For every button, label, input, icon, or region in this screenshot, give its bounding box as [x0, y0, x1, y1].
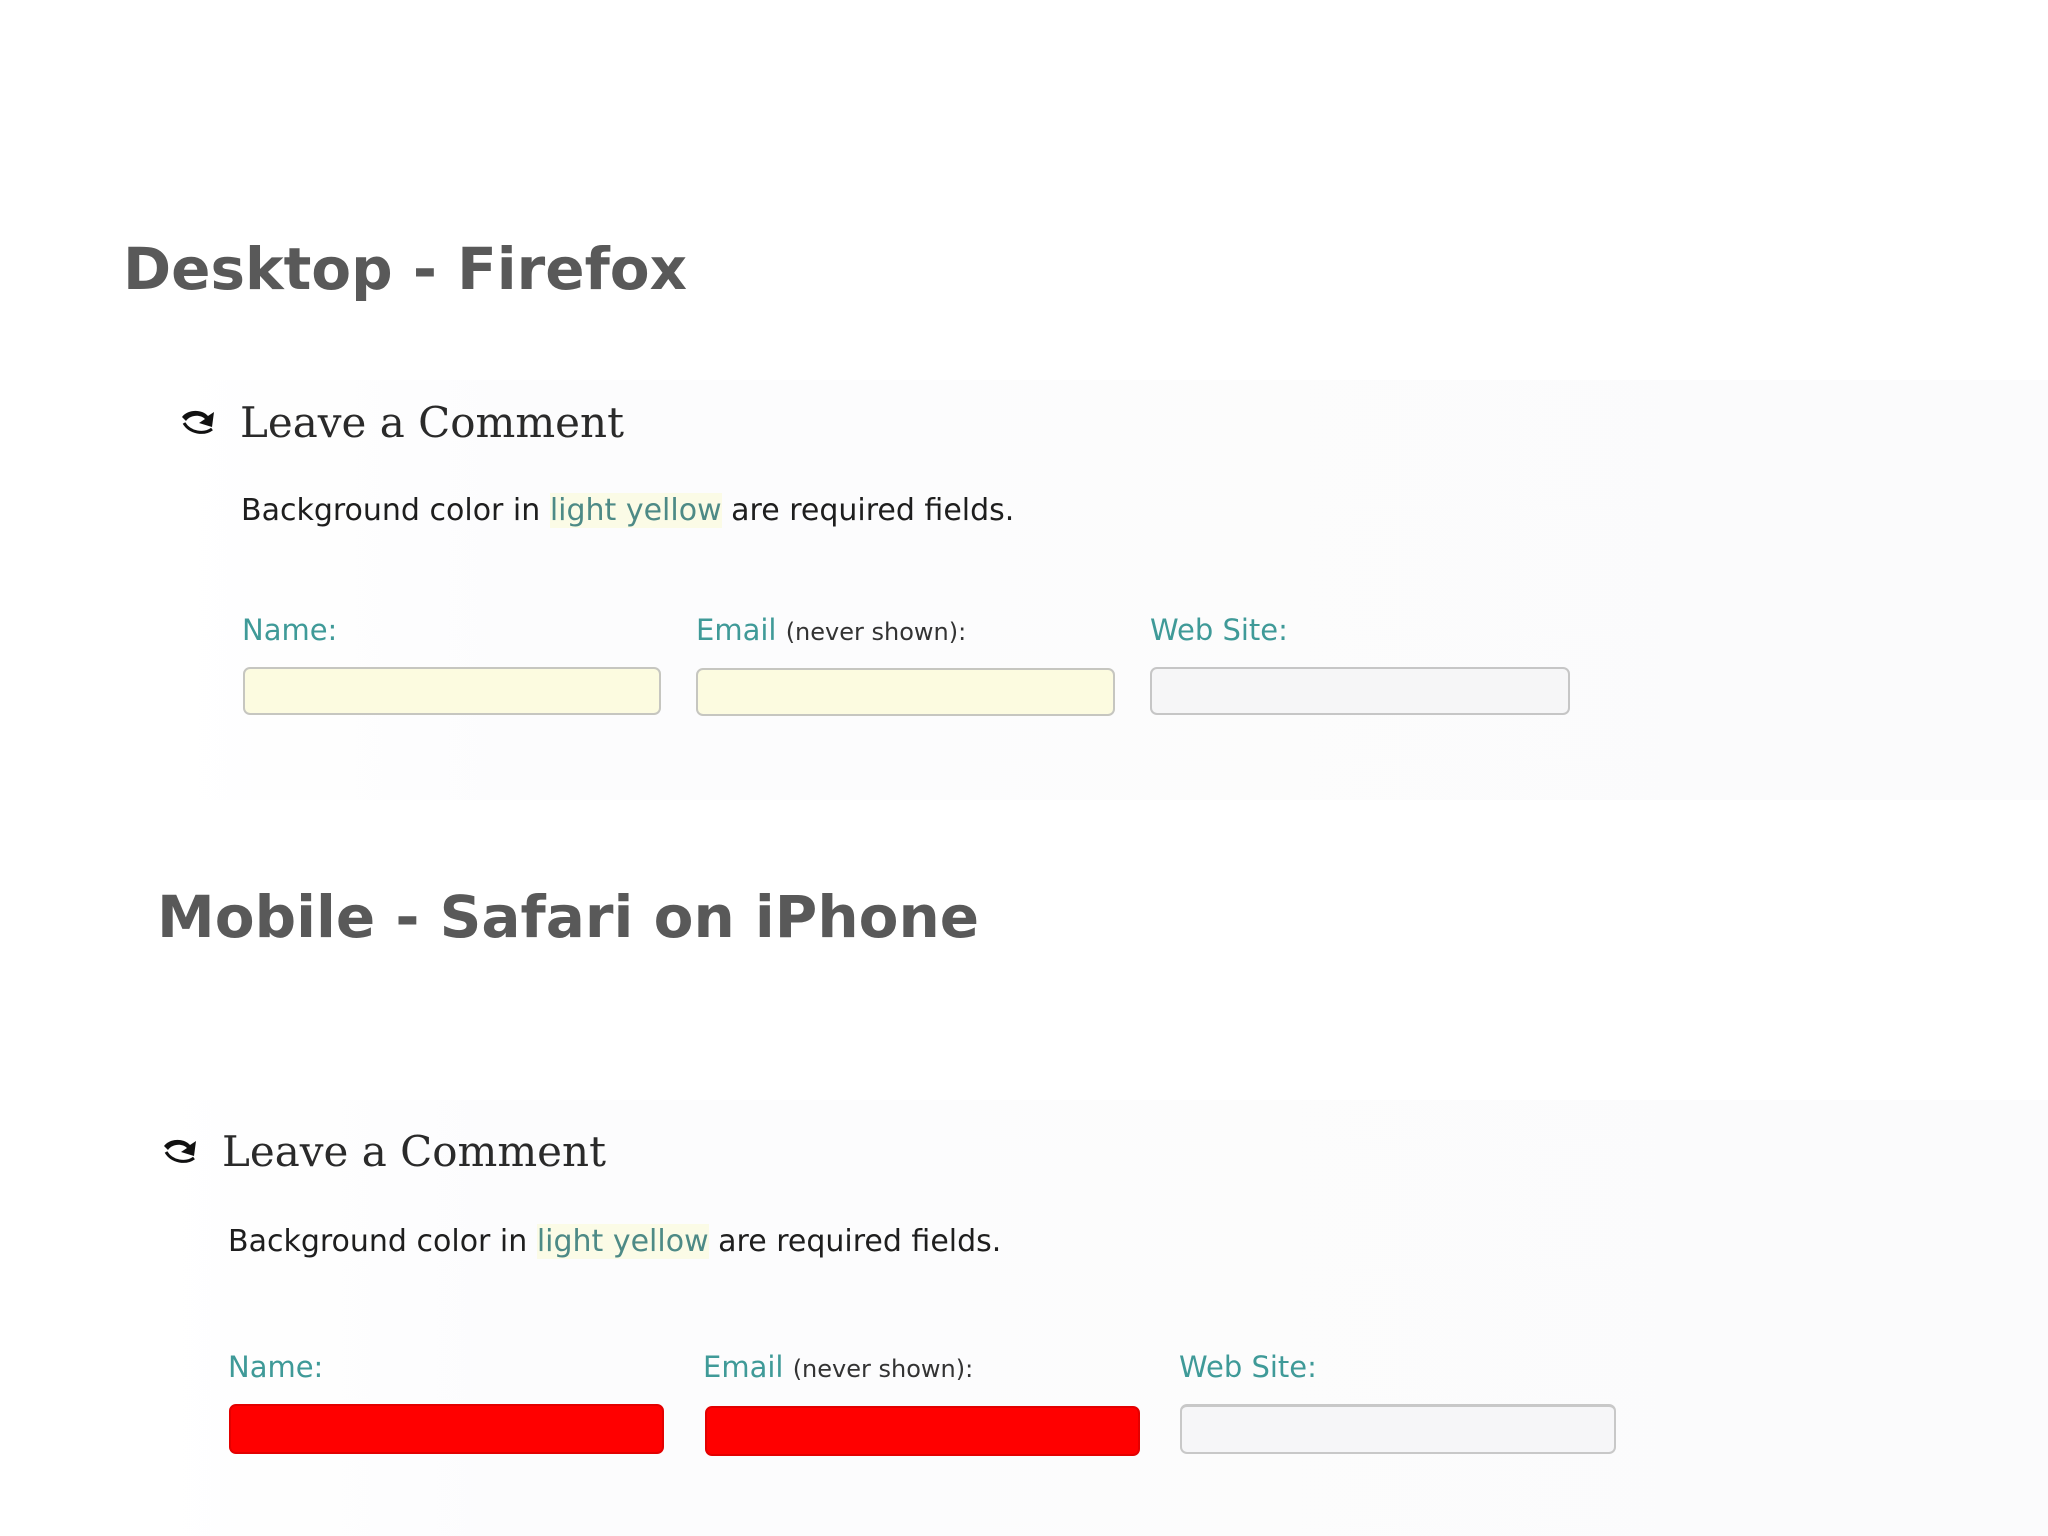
mobile-comment-heading: Leave a Comment [160, 1127, 606, 1176]
email-input[interactable] [705, 1406, 1140, 1456]
name-input[interactable] [243, 667, 661, 715]
email-field-label: Email (never shown): [696, 613, 966, 647]
instructions-highlight: light yellow [536, 1224, 709, 1259]
name-field-label: Name: [228, 1350, 324, 1384]
comment-heading-text: Leave a Comment [240, 398, 624, 447]
reply-arrow-icon [178, 407, 218, 439]
email-note-text: (never shown): [792, 1355, 974, 1383]
instructions-text-after: are required fields. [708, 1224, 1002, 1259]
instructions-text-before: Background color in [228, 1224, 537, 1259]
name-input[interactable] [229, 1404, 664, 1454]
desktop-section-title: Desktop - Firefox [123, 235, 688, 303]
email-field-label: Email (never shown): [703, 1350, 973, 1384]
instructions-text-before: Background color in [241, 493, 550, 528]
reply-arrow-icon [160, 1136, 200, 1168]
email-label-text: Email [703, 1350, 784, 1384]
email-note-text: (never shown): [785, 618, 967, 646]
name-field-label: Name: [242, 613, 338, 647]
required-fields-instructions: Background color in light yellow are req… [228, 1224, 1001, 1259]
instructions-text-after: are required fields. [721, 493, 1015, 528]
website-field-label: Web Site: [1150, 613, 1288, 647]
required-fields-instructions: Background color in light yellow are req… [241, 493, 1014, 528]
desktop-comment-heading: Leave a Comment [178, 398, 624, 447]
comment-heading-text: Leave a Comment [222, 1127, 606, 1176]
website-input[interactable] [1180, 1404, 1616, 1454]
website-field-label: Web Site: [1179, 1350, 1317, 1384]
instructions-highlight: light yellow [549, 493, 722, 528]
mobile-section-title: Mobile - Safari on iPhone [157, 883, 980, 951]
website-input[interactable] [1150, 667, 1570, 715]
email-input[interactable] [696, 668, 1115, 716]
email-label-text: Email [696, 613, 777, 647]
